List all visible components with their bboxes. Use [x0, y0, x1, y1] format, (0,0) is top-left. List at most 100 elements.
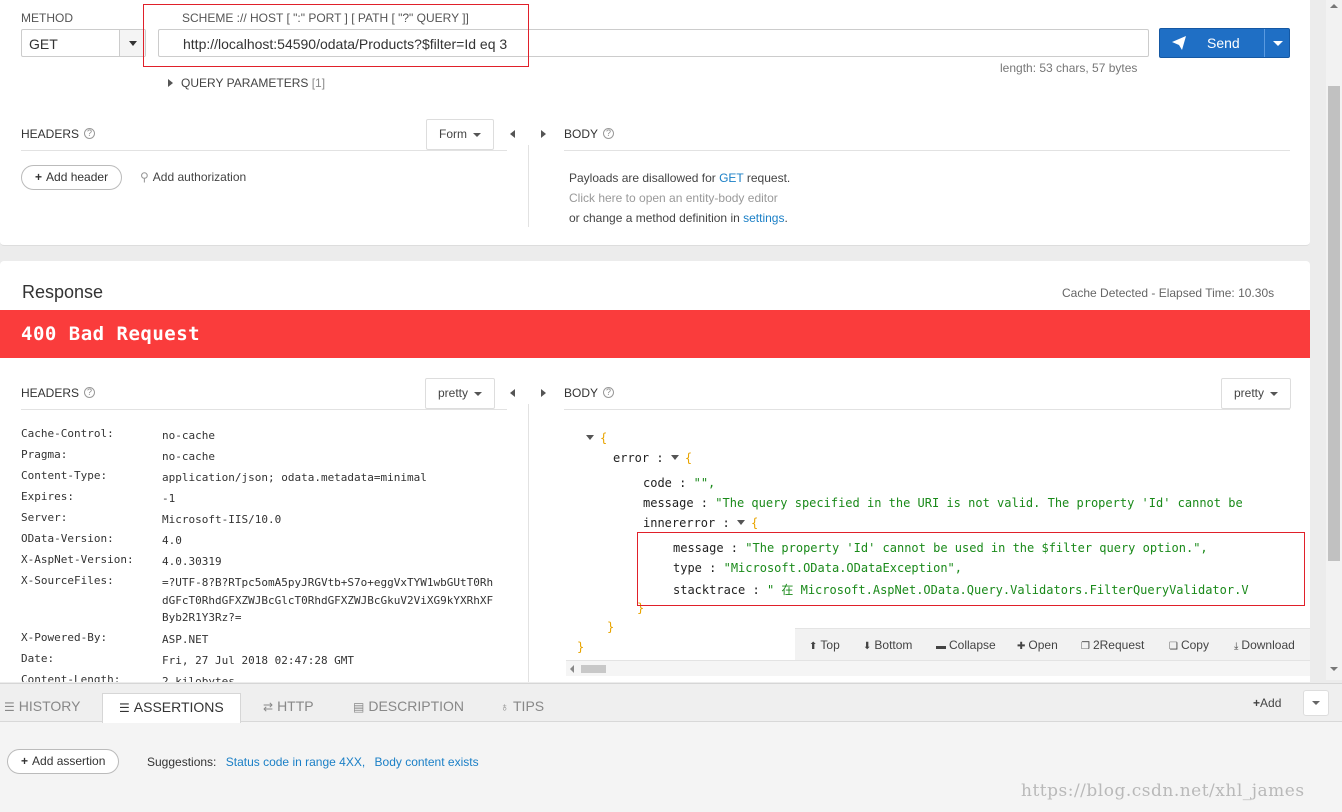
chevron-down-icon[interactable]	[119, 30, 145, 56]
add-label: Add	[1260, 696, 1282, 710]
tab-history[interactable]: ☰ HISTORY	[4, 698, 81, 714]
collapse-right-icon[interactable]	[541, 130, 546, 138]
headers-mode-dropdown[interactable]: Form	[426, 119, 494, 150]
download-icon: ⤓	[1234, 641, 1239, 652]
send-main[interactable]: Send	[1160, 29, 1265, 57]
json-key: code	[643, 476, 672, 490]
suggestion-body-exists-link[interactable]: Body content exists	[375, 755, 479, 769]
tab-assertions[interactable]: ☰ ASSERTIONS	[102, 693, 241, 723]
open-label: Open	[1028, 638, 1058, 652]
collapse-toggle-icon[interactable]	[670, 455, 679, 460]
add-button[interactable]: +Add	[1253, 696, 1281, 710]
help-icon[interactable]: ?	[603, 128, 615, 139]
help-icon[interactable]: ?	[84, 128, 96, 139]
send-options-chevron-icon[interactable]	[1264, 29, 1289, 57]
top-button[interactable]: ⬆ Top	[809, 638, 840, 652]
collapse-left-icon[interactable]	[510, 130, 515, 138]
header-value: 4.0	[162, 534, 182, 547]
tab-history-label: HISTORY	[18, 698, 81, 714]
body-info-text: .	[784, 211, 788, 225]
scroll-left-icon[interactable]	[570, 665, 574, 673]
send-button[interactable]: Send	[1159, 28, 1290, 58]
paper-plane-icon	[1172, 36, 1186, 50]
json-value: "The query specified in the URI is not v…	[715, 496, 1243, 510]
suggestion-status-code-link[interactable]: Status code in range 4XX,	[226, 755, 365, 769]
lightbulb-icon: ♁	[500, 700, 509, 714]
settings-link[interactable]: settings	[743, 211, 784, 225]
json-innererror-line: innererror : {	[643, 516, 759, 530]
request-body-title-text: BODY	[564, 127, 599, 141]
query-parameters-count: [1]	[311, 76, 326, 90]
collapse-right-icon[interactable]	[541, 389, 546, 397]
scroll-thumb[interactable]	[581, 665, 606, 673]
response-body-mode-dropdown[interactable]: pretty	[1221, 378, 1292, 409]
plus-square-icon: ✚	[1017, 641, 1026, 652]
open-button[interactable]: ✚ Open	[1017, 638, 1058, 652]
collapse-toggle-icon[interactable]	[586, 435, 594, 440]
to-request-button[interactable]: ❐ 2Request	[1081, 638, 1144, 652]
add-header-button[interactable]: + Add header	[21, 165, 123, 190]
tab-description[interactable]: ▤ DESCRIPTION	[353, 698, 464, 714]
key-icon: ⚲	[140, 170, 149, 184]
response-title: Response	[22, 282, 104, 302]
divider	[528, 404, 529, 682]
collapse-left-icon[interactable]	[510, 389, 515, 397]
collapse-button[interactable]: ▬ Collapse	[936, 638, 996, 652]
watermark: https://blog.csdn.net/xhl_james	[1021, 781, 1305, 801]
body-info: Payloads are disallowed for GET request.…	[569, 168, 790, 228]
body-info-text: or change a method definition in	[569, 211, 744, 225]
horizontal-scrollbar[interactable]	[566, 660, 1310, 676]
copy-icon: ❏	[1169, 641, 1178, 652]
innererror-annotation-box	[637, 532, 1305, 606]
help-icon[interactable]: ?	[603, 387, 615, 398]
header-key: X-SourceFiles:	[21, 574, 114, 587]
response-body-title: BODY?	[564, 386, 615, 400]
scroll-down-icon[interactable]	[1330, 667, 1338, 671]
method-label: METHOD	[21, 11, 73, 25]
request-headers-title-text: HEADERS	[21, 127, 80, 141]
method-select[interactable]: GET	[21, 29, 146, 57]
query-parameters-toggle[interactable]: QUERY PARAMETERS [1]	[168, 76, 325, 90]
bottom-button[interactable]: ⬇ Bottom	[863, 638, 912, 652]
to-request-label: 2Request	[1092, 638, 1145, 652]
open-body-editor-link[interactable]: Click here to open an entity-body editor	[569, 188, 790, 208]
divider	[21, 409, 507, 410]
response-headers-mode-dropdown[interactable]: pretty	[425, 378, 496, 409]
json-key: innererror	[643, 516, 716, 530]
scroll-thumb[interactable]	[1328, 86, 1340, 561]
add-assertion-button[interactable]: + Add assertion	[7, 749, 120, 774]
vertical-scrollbar[interactable]	[1326, 0, 1342, 680]
add-authorization-link[interactable]: ⚲ Add authorization	[140, 170, 246, 184]
list-icon: ☰	[4, 700, 15, 714]
tab-tips-label: TIPS	[513, 698, 545, 714]
scroll-up-icon[interactable]	[1330, 4, 1338, 8]
tab-http[interactable]: ⇄ HTTP	[263, 698, 314, 714]
download-button[interactable]: ⤓ Download	[1234, 638, 1295, 652]
bottom-tab-bar: ☰ HISTORY ☰ ASSERTIONS ⇄ HTTP ▤ DESCRIPTION …	[0, 684, 1342, 723]
chevron-down-icon[interactable]	[1303, 690, 1329, 716]
plus-icon: +	[1253, 696, 1261, 710]
json-close-brace: }	[607, 620, 615, 634]
book-icon: ▤	[353, 700, 365, 714]
arrow-up-circle-icon: ⬆	[809, 641, 818, 652]
header-key: Expires:	[21, 490, 74, 503]
minus-square-icon: ▬	[936, 641, 946, 652]
header-value: Fri, 27 Jul 2018 02:47:28 GMT	[162, 654, 355, 667]
help-icon[interactable]: ?	[84, 387, 96, 398]
tab-http-label: HTTP	[277, 698, 314, 714]
header-key: Server:	[21, 511, 68, 524]
add-authorization-label: Add authorization	[152, 170, 247, 184]
download-label: Download	[1241, 638, 1295, 652]
header-key: OData-Version:	[21, 532, 114, 545]
status-bar: 400 Bad Request	[0, 310, 1310, 358]
tab-tips[interactable]: ♁ TIPS	[500, 698, 544, 714]
arrow-down-circle-icon: ⬇	[863, 641, 872, 652]
json-key: message	[643, 496, 694, 510]
collapse-toggle-icon[interactable]	[736, 520, 745, 525]
add-header-label: Add header	[46, 170, 109, 184]
method-value: GET	[29, 36, 58, 52]
copy-request-icon: ❐	[1081, 641, 1090, 652]
copy-button[interactable]: ❏ Copy	[1169, 638, 1209, 652]
tab-description-label: DESCRIPTION	[368, 698, 465, 714]
url-length: length: 53 chars, 57 bytes	[1000, 61, 1138, 75]
